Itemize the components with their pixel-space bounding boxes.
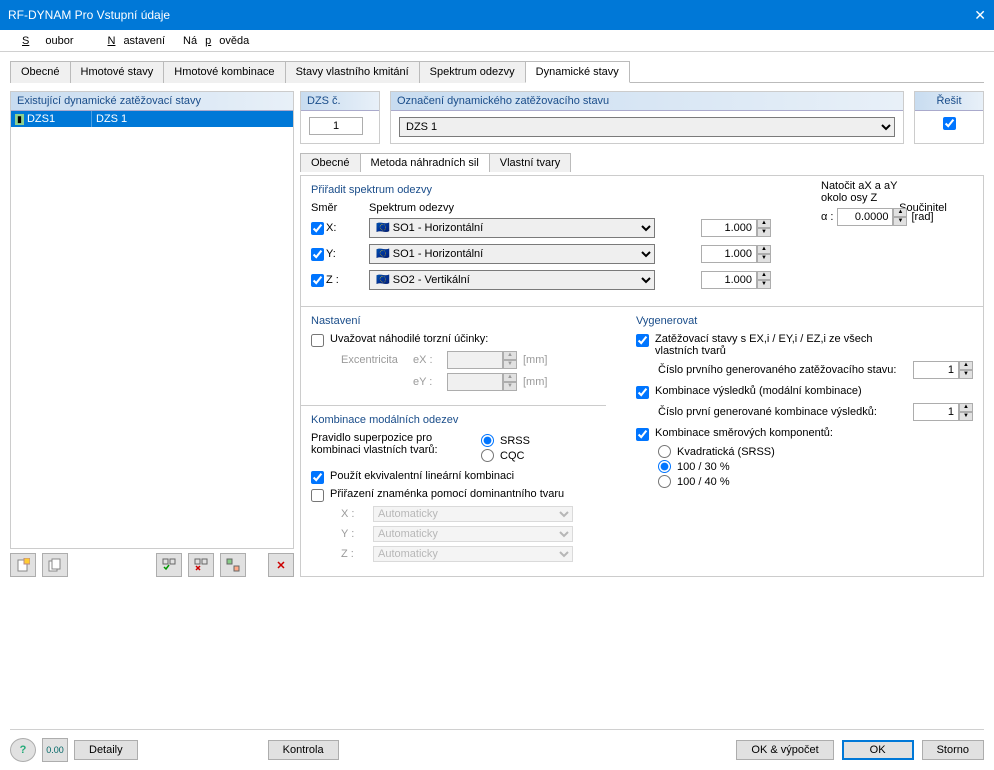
dzs-number-input[interactable] (309, 117, 363, 135)
tab-hmotove-stavy[interactable]: Hmotové stavy (70, 61, 165, 83)
toggle-icon[interactable] (220, 553, 246, 577)
delete-icon[interactable]: ✕ (268, 553, 294, 577)
field-dzs-number: DZS č. (300, 91, 380, 144)
spin-up-icon[interactable]: ▲ (893, 208, 907, 217)
menu-settings[interactable]: Nastavení (91, 33, 173, 49)
titlebar: RF-DYNAM Pro Vstupní údaje ✕ (0, 0, 994, 30)
first-resultcombo-input[interactable] (913, 403, 959, 421)
dir-y-checkbox[interactable] (311, 248, 324, 261)
auto-x-select: Automaticky (373, 506, 573, 522)
uncheck-all-icon[interactable] (188, 553, 214, 577)
check-all-icon[interactable] (156, 553, 182, 577)
spin-up-icon[interactable]: ▲ (959, 361, 973, 370)
gen-resultcombo-checkbox[interactable] (636, 386, 649, 399)
menubar: Soubor Nastavení Nápověda (0, 30, 994, 52)
spin-down-icon[interactable]: ▼ (757, 228, 771, 237)
units-icon[interactable]: 0.00 (42, 738, 68, 762)
eqlin-checkbox-label[interactable]: Použít ekvivalentní lineární kombinaci (311, 470, 596, 484)
sign-checkbox-label[interactable]: Přiřazení znaménka pomocí dominantního t… (311, 488, 596, 502)
solve-checkbox[interactable] (943, 117, 956, 130)
gen-dircombo-checkbox-label[interactable]: Kombinace směrových komponentů: (636, 427, 973, 441)
ex-input (447, 351, 503, 369)
spin-down-icon[interactable]: ▼ (757, 280, 771, 289)
storno-button[interactable]: Storno (922, 740, 984, 760)
tab-spektrum[interactable]: Spektrum odezvy (419, 61, 526, 83)
gen-loadcases-checkbox-label[interactable]: Zatěžovací stavy s EX,i / EY,i / EZ,i ze… (636, 333, 973, 357)
alpha-input[interactable] (837, 208, 893, 226)
list-item[interactable]: ▮DZS1 DZS 1 (11, 111, 293, 127)
menu-help[interactable]: Nápověda (175, 33, 257, 49)
subtab-metoda[interactable]: Metoda náhradních sil (360, 153, 490, 172)
dir-z-checkbox[interactable] (311, 274, 324, 287)
auto-z-select: Automaticky (373, 546, 573, 562)
badge-icon: ▮ (15, 114, 24, 125)
torsion-checkbox[interactable] (311, 334, 324, 347)
sign-checkbox[interactable] (311, 489, 324, 502)
spin-down-icon[interactable]: ▼ (893, 217, 907, 226)
subtab-obecne[interactable]: Obecné (300, 153, 361, 172)
rotate-box: Natočit aX a aY okolo osy Z α : ▲▼ [rad] (821, 180, 961, 226)
coef-y-input[interactable] (701, 245, 757, 263)
dzs-list[interactable]: ▮DZS1 DZS 1 (11, 111, 293, 548)
spin-up-icon[interactable]: ▲ (757, 219, 771, 228)
dir-10040-radio[interactable] (658, 475, 671, 488)
first-loadcase-input[interactable] (913, 361, 959, 379)
tab-dynamicke-stavy[interactable]: Dynamické stavy (525, 61, 630, 83)
copy-item-icon[interactable] (42, 553, 68, 577)
kontrola-button[interactable]: Kontrola (268, 740, 339, 760)
ey-input (447, 373, 503, 391)
eqlin-checkbox[interactable] (311, 471, 324, 484)
dir-srss-radio[interactable] (658, 445, 671, 458)
spin-up-icon[interactable]: ▲ (757, 271, 771, 280)
auto-y-select: Automaticky (373, 526, 573, 542)
ok-button[interactable]: OK (842, 740, 914, 760)
spectrum-z-select[interactable]: 🇪🇺 SO2 - Vertikální (369, 270, 655, 290)
coef-z-input[interactable] (701, 271, 757, 289)
spin-up-icon[interactable]: ▲ (959, 403, 973, 412)
help-icon[interactable]: ? (10, 738, 36, 762)
left-header: Existující dynamické zatěžovací stavy (11, 92, 293, 111)
subtab-vlastni-tvary[interactable]: Vlastní tvary (489, 153, 572, 172)
tab-stavy-kmitani[interactable]: Stavy vlastního kmitání (285, 61, 420, 83)
ok-calc-button[interactable]: OK & výpočet (736, 740, 833, 760)
spin-up-icon[interactable]: ▲ (757, 245, 771, 254)
gen-dircombo-checkbox[interactable] (636, 428, 649, 441)
cqc-radio[interactable] (481, 449, 494, 462)
close-icon[interactable]: ✕ (974, 7, 986, 24)
menu-file[interactable]: Soubor (6, 33, 89, 49)
gen-loadcases-checkbox[interactable] (636, 334, 649, 347)
main-tabs: Obecné Hmotové stavy Hmotové kombinace S… (10, 60, 984, 83)
dzs-name-select[interactable]: DZS 1 (399, 117, 895, 137)
new-item-icon[interactable] (10, 553, 36, 577)
spin-down-icon[interactable]: ▼ (959, 412, 973, 421)
torsion-checkbox-label[interactable]: Uvažovat náhodilé torzní účinky: (311, 333, 596, 347)
field-solve: Řešit (914, 91, 984, 144)
srss-radio[interactable] (481, 434, 494, 447)
spin-down-icon[interactable]: ▼ (757, 254, 771, 263)
spin-down-icon[interactable]: ▼ (959, 370, 973, 379)
spectrum-y-select[interactable]: 🇪🇺 SO1 - Horizontální (369, 244, 655, 264)
tab-obecne[interactable]: Obecné (10, 61, 71, 83)
field-dzs-name: Označení dynamického zatěžovacího stavu … (390, 91, 904, 144)
gen-resultcombo-checkbox-label[interactable]: Kombinace výsledků (modální kombinace) (636, 385, 973, 399)
group-generate-title: Vygenerovat (636, 313, 973, 333)
group-modal-title: Kombinace modálních odezev (311, 412, 596, 432)
tab-hmotove-kombinace[interactable]: Hmotové kombinace (163, 61, 285, 83)
dir-10030-radio[interactable] (658, 460, 671, 473)
coef-x-input[interactable] (701, 219, 757, 237)
spectrum-x-select[interactable]: 🇪🇺 SO1 - Horizontální (369, 218, 655, 238)
window-title: RF-DYNAM Pro Vstupní údaje (8, 8, 170, 22)
dir-x-checkbox[interactable] (311, 222, 324, 235)
group-settings-title: Nastavení (311, 313, 596, 333)
details-button[interactable]: Detaily (74, 740, 138, 760)
